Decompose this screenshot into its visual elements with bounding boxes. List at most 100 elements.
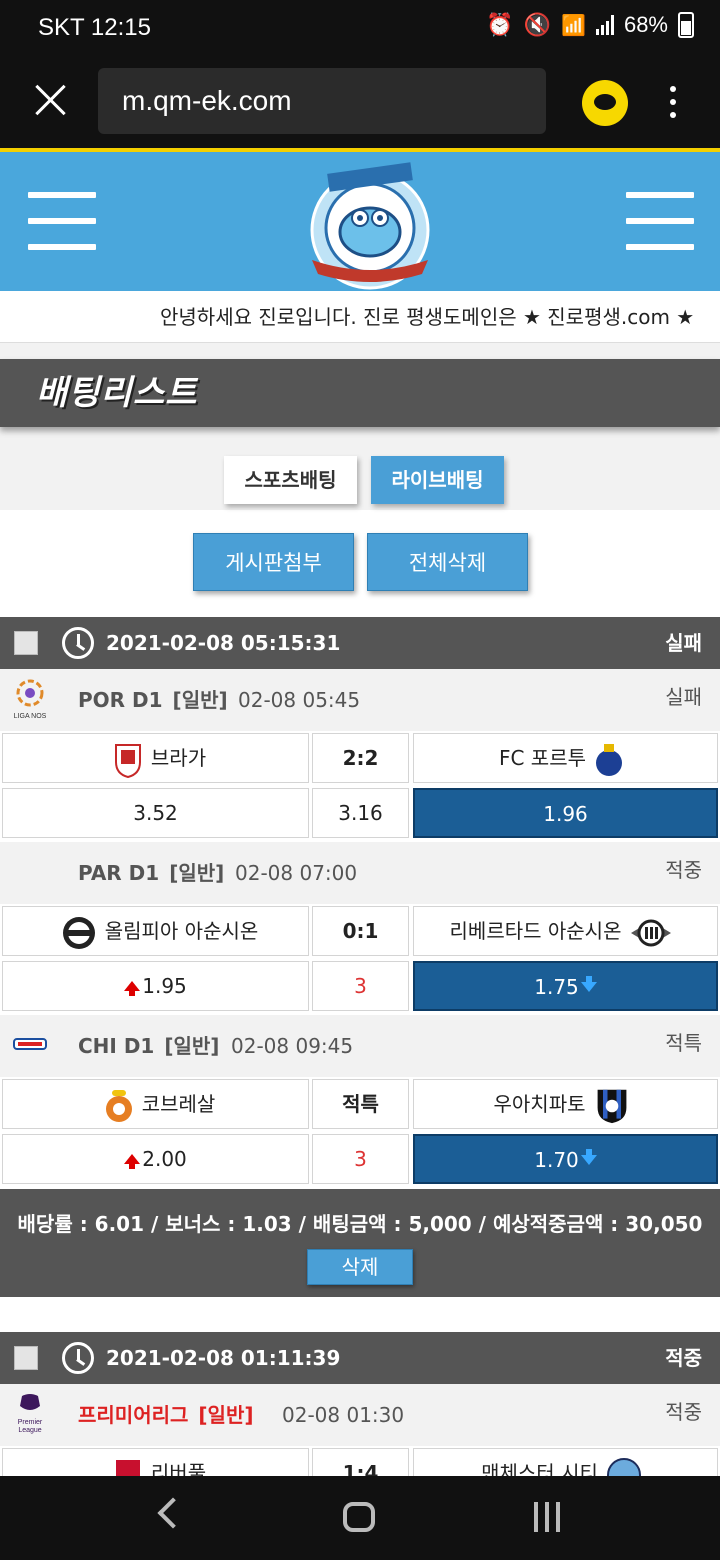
bet-card: 2021-02-08 01:11:39 적중 Premier League 프리미… bbox=[0, 1332, 720, 1476]
title-band: 배팅리스트 bbox=[0, 343, 720, 453]
menu-icon-left[interactable] bbox=[28, 192, 96, 252]
menu-icon-right[interactable] bbox=[626, 192, 694, 252]
svg-text:LIGA NOS: LIGA NOS bbox=[14, 713, 47, 720]
odds-draw[interactable]: 3.16 bbox=[312, 788, 409, 838]
huachipato-crest-icon bbox=[597, 1089, 626, 1123]
game-time: 02-08 09:45 bbox=[231, 1034, 354, 1058]
game-result: 적특 bbox=[665, 1031, 702, 1055]
back-icon[interactable] bbox=[157, 1497, 189, 1529]
attach-to-board-button[interactable]: 게시판첨부 bbox=[193, 533, 354, 591]
site-header bbox=[0, 148, 720, 291]
odds-home[interactable]: 1.95 bbox=[2, 961, 309, 1011]
close-icon[interactable] bbox=[32, 82, 68, 118]
game-result: 실패 bbox=[665, 685, 702, 709]
odds-away-selected[interactable]: 1.70 bbox=[413, 1134, 718, 1184]
android-nav-bar bbox=[0, 1476, 720, 1560]
more-menu-icon[interactable] bbox=[668, 86, 678, 122]
status-icons: ⏰ 🔇 📶 68% bbox=[486, 12, 694, 38]
away-team: 리베르타드 아순시온 bbox=[413, 906, 718, 956]
league-name: 프리미어리그 [일반] bbox=[78, 1403, 254, 1427]
odds-away-selected[interactable]: 1.96 bbox=[413, 788, 718, 838]
away-team: 맨체스터 시티 bbox=[413, 1448, 718, 1476]
page-title: 배팅리스트 bbox=[0, 359, 720, 427]
chile-league-logo-icon bbox=[13, 1038, 47, 1050]
cobresal-crest-icon bbox=[105, 1089, 132, 1122]
home-team: 올림피아 아순시온 bbox=[2, 906, 309, 956]
carrier-time: SKT 12:15 bbox=[38, 14, 151, 41]
status-bar: SKT 12:15 ⏰ 🔇 📶 68% bbox=[0, 0, 720, 56]
clock-icon bbox=[62, 627, 94, 659]
bet-card-header: 2021-02-08 01:11:39 적중 bbox=[0, 1332, 720, 1384]
porto-crest-icon bbox=[596, 743, 623, 776]
battery-percent: 68% bbox=[623, 12, 668, 37]
score: 2:2 bbox=[312, 733, 409, 783]
notice-marquee: 안녕하세요 진로입니다. 진로 평생도메인은 ★ 진로평생.com ★ bbox=[0, 291, 720, 343]
league-name: PAR D1 [일반] bbox=[78, 861, 225, 885]
jinro-logo[interactable] bbox=[300, 162, 440, 290]
browser-toolbar: m.qm-ek.com bbox=[0, 56, 720, 148]
odds-up-icon bbox=[124, 1153, 141, 1169]
home-icon[interactable] bbox=[343, 1502, 375, 1532]
odds-down-icon bbox=[580, 1148, 597, 1165]
mute-icon: 🔇 bbox=[523, 12, 552, 37]
bet-card: 2021-02-08 05:15:31 실패 LIGA NOS POR D1 [일… bbox=[0, 617, 720, 1297]
bet-card-header: 2021-02-08 05:15:31 실패 bbox=[0, 617, 720, 669]
olimpia-crest-icon bbox=[62, 916, 95, 949]
bet-summary: 배당률 : 6.01 / 보너스 : 1.03 / 배팅금액 : 5,000 /… bbox=[0, 1189, 720, 1297]
odds-away-selected[interactable]: 1.75 bbox=[413, 961, 718, 1011]
game-time: 02-08 07:00 bbox=[235, 861, 358, 885]
away-team: FC 포르투 bbox=[413, 733, 718, 783]
select-checkbox[interactable] bbox=[14, 1346, 38, 1370]
league-row: PAR D1 [일반] 02-08 07:00 적중 bbox=[0, 842, 720, 904]
bet-datetime: 2021-02-08 05:15:31 bbox=[106, 631, 341, 655]
tab-live-betting[interactable]: 라이브배팅 bbox=[371, 456, 504, 504]
signal-icon bbox=[595, 15, 614, 35]
tab-sports-betting[interactable]: 스포츠배팅 bbox=[224, 456, 357, 504]
notice-text: 안녕하세요 진로입니다. 진로 평생도메인은 ★ 진로평생.com ★ bbox=[160, 305, 695, 329]
url-field[interactable]: m.qm-ek.com bbox=[98, 68, 546, 134]
odds-up-icon bbox=[124, 980, 141, 996]
bet-datetime: 2021-02-08 01:11:39 bbox=[106, 1346, 341, 1370]
delete-bet-button[interactable]: 삭제 bbox=[307, 1249, 413, 1285]
battery-icon bbox=[678, 12, 694, 38]
delete-all-button[interactable]: 전체삭제 bbox=[367, 533, 528, 591]
libertad-crest-icon bbox=[631, 919, 672, 946]
home-team: 브라가 bbox=[2, 733, 309, 783]
game-time: 02-08 01:30 bbox=[282, 1403, 405, 1427]
man-city-crest-icon bbox=[606, 1457, 641, 1476]
braga-crest-icon bbox=[114, 743, 141, 778]
game-result: 적중 bbox=[665, 1400, 702, 1424]
league-row: LIGA NOS POR D1 [일반] 02-08 05:45 실패 bbox=[0, 669, 720, 731]
home-team: 코브레살 bbox=[2, 1079, 309, 1129]
liverpool-crest-icon bbox=[115, 1459, 140, 1476]
kakaotalk-icon[interactable] bbox=[582, 80, 628, 126]
score: 적특 bbox=[312, 1079, 409, 1129]
score: 1:4 bbox=[312, 1448, 409, 1476]
bet-type-tabs: 스포츠배팅 라이브배팅 bbox=[0, 440, 720, 510]
liga-nos-logo-icon: LIGA NOS bbox=[14, 679, 47, 720]
odds-home[interactable]: 2.00 bbox=[2, 1134, 309, 1184]
premier-league-logo-icon: PremierLeague bbox=[18, 1394, 43, 1434]
wifi-icon: 📶 bbox=[561, 14, 586, 37]
home-team: 리버풀 bbox=[2, 1448, 309, 1476]
svg-text:League: League bbox=[18, 1427, 41, 1434]
odds-down-icon bbox=[580, 975, 597, 992]
game-time: 02-08 05:45 bbox=[238, 688, 361, 712]
league-row: Premier League 프리미어리그 [일반] 02-08 01:30 적중 bbox=[0, 1384, 720, 1446]
away-team: 우아치파토 bbox=[413, 1079, 718, 1129]
alarm-icon: ⏰ bbox=[486, 12, 514, 37]
clock-icon bbox=[62, 1342, 94, 1374]
bet-status: 적중 bbox=[665, 1346, 702, 1370]
recent-apps-icon[interactable] bbox=[534, 1502, 560, 1532]
svg-text:Premier: Premier bbox=[18, 1419, 43, 1426]
game-result: 적중 bbox=[665, 858, 702, 882]
league-row: CHI D1 [일반] 02-08 09:45 적특 bbox=[0, 1015, 720, 1077]
odds-home[interactable]: 3.52 bbox=[2, 788, 309, 838]
bet-status: 실패 bbox=[665, 631, 702, 655]
score: 0:1 bbox=[312, 906, 409, 956]
odds-draw[interactable]: 3 bbox=[312, 961, 409, 1011]
league-name: CHI D1 [일반] bbox=[78, 1034, 220, 1058]
league-name: POR D1 [일반] bbox=[78, 688, 228, 712]
odds-draw[interactable]: 3 bbox=[312, 1134, 409, 1184]
select-checkbox[interactable] bbox=[14, 631, 38, 655]
